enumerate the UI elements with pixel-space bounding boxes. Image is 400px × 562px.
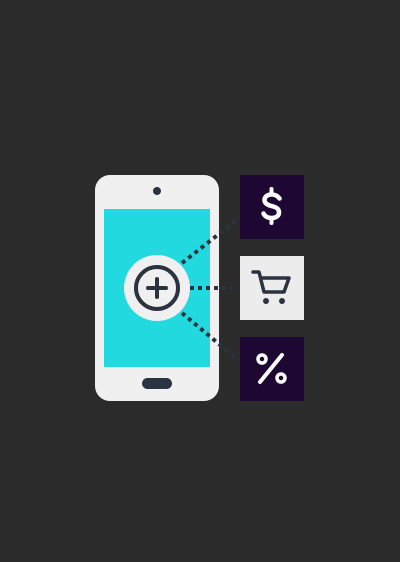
cart-wheel-left (263, 298, 269, 304)
phone-camera (153, 187, 161, 195)
illustration-canvas (0, 0, 400, 562)
cart-tile[interactable] (240, 256, 304, 320)
mobile-commerce-illustration (0, 0, 400, 562)
cart-tile-bg (240, 256, 304, 320)
plus-circle-icon[interactable] (124, 255, 190, 321)
dollar-tile[interactable] (240, 175, 304, 239)
percent-tile[interactable] (240, 337, 304, 401)
cart-wheel-right (279, 298, 285, 304)
phone-home-button (142, 378, 172, 389)
